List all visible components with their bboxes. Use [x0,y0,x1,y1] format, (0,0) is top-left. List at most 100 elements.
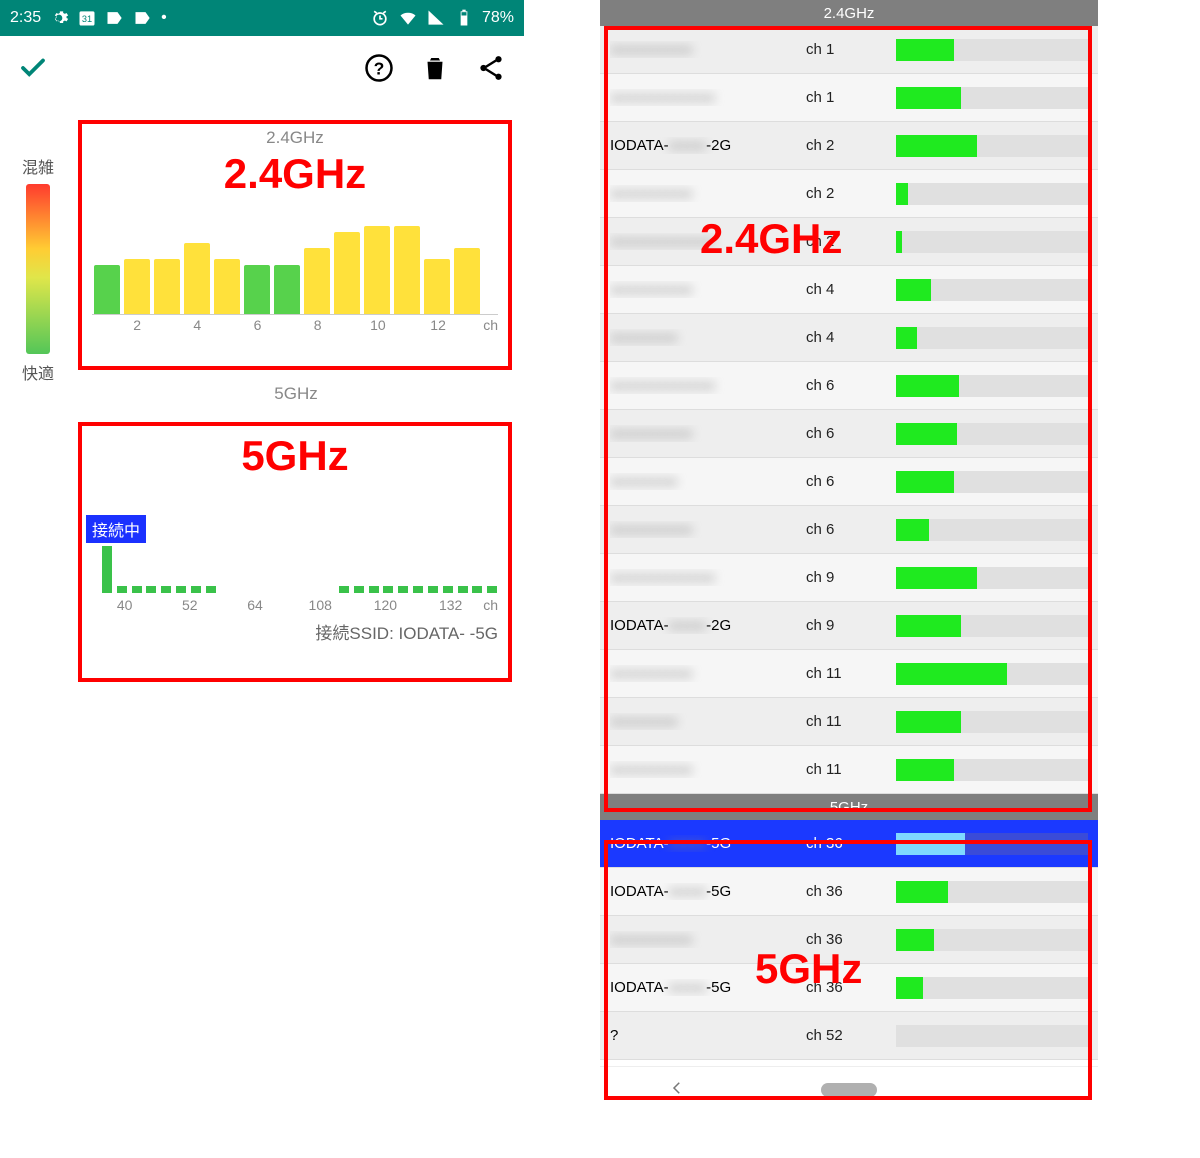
wifi-ssid: xxxxxxxxxxxxxx [610,233,796,250]
wifi-ssid: xxxxxxxxxxx [610,931,796,948]
app-toolbar: ? [0,36,524,100]
wifi-row[interactable]: IODATA-xxxxx-5Gch 36 [600,820,1098,868]
alarm-icon [370,8,390,28]
bar-ch1 [94,265,120,315]
signal-bar [896,135,1088,157]
wifi-channel: ch 2 [806,233,886,250]
signal-bar [896,519,1088,541]
signal-bar [896,375,1088,397]
bar5-ch112 [383,586,393,593]
status-dot: • [161,9,167,27]
bar-ch9 [334,232,360,315]
bar5-ch104 [354,586,364,593]
signal-bar [896,759,1088,781]
delete-button[interactable] [420,53,450,83]
wifi-row[interactable]: xxxxxxxxxxx ch 36 [600,916,1098,964]
tag-icon [105,8,125,28]
wifi-ssid: xxxxxxxxxxx [610,761,796,778]
annotation-5ghz: 5GHz [92,432,498,480]
wifi-row[interactable]: xxxxxxxxxxxxxxch 6 [600,362,1098,410]
bar-ch2 [124,259,150,314]
wifi-ssid: xxxxxxxxxxxxxx [610,569,796,586]
bar5-ch100 [339,586,349,593]
nav-home-button[interactable] [821,1083,877,1097]
nav-back-button[interactable] [668,1079,686,1100]
wifi-row[interactable]: xxxxxxxxxxxch 11 [600,746,1098,794]
wifi-ssid: xxxxxxxxxxxxxx [610,89,796,106]
wifi-row[interactable]: xxxxxxxxxxxxxx ch 2 [600,218,1098,266]
wifi-ssid: xxxxxxxxxxx [610,521,796,538]
bar5-ch60 [191,586,201,593]
wifi-row[interactable]: IODATA-xxxxx-5G ch 36 [600,964,1098,1012]
bar-ch10 [364,226,390,314]
signal-bar [896,471,1088,493]
wifi-channel: ch 36 [806,931,886,948]
chart-24ghz-xaxis: 24681012ch [92,314,498,334]
wifi-channel: ch 11 [806,665,886,682]
wifi-row[interactable]: xxxxxxxxxch 6 [600,458,1098,506]
bar5-ch44 [132,586,142,593]
wifi-row[interactable]: xxxxxxxxxxx ch 4 [600,266,1098,314]
chart-5ghz-bars: 接続中 [92,488,498,593]
share-button[interactable] [476,53,506,83]
wifi-channel: ch 4 [806,281,886,298]
signal-bar [896,977,1088,999]
wifi-row[interactable]: IODATA-xxxxx-5Gch 36 [600,868,1098,916]
bar-ch6 [244,265,270,315]
status-battery-pct: 78% [482,9,514,27]
svg-text:?: ? [374,58,385,78]
wifi-row[interactable]: xxxxxxxxxxxch 2 [600,170,1098,218]
bar-ch5 [214,259,240,314]
signal-bar [896,327,1088,349]
legend-top-label: 混雑 [22,154,54,178]
signal-bar [896,423,1088,445]
chart-24ghz-box: 2.4GHz 2.4GHz 24681012ch [78,120,512,370]
wifi-icon [398,8,418,28]
help-button[interactable]: ? [364,53,394,83]
status-time: 2:35 [10,9,41,27]
connected-badge: 接続中 [86,515,146,543]
annotation-24ghz: 2.4GHz [92,150,498,198]
wifi-ssid: IODATA-xxxxx-5G [610,835,796,852]
wifi-channel: ch 6 [806,425,886,442]
signal-bar [896,279,1088,301]
wifi-channel: ch 1 [806,89,886,106]
wifi-row[interactable]: IODATA-xxxxx-2Gch 9 [600,602,1098,650]
confirm-button[interactable] [18,53,48,83]
svg-text:31: 31 [82,14,92,24]
wifi-list-24ghz[interactable]: xxxxxxxxxxxch 1 xxxxxxxxxxxxxx ch 1 IODATA-… [600,26,1098,794]
wifi-row[interactable]: xxxxxxxxxxxch 1 [600,26,1098,74]
wifi-ssid: xxxxxxxxxxx [610,665,796,682]
wifi-ssid: xxxxxxxxx [610,713,796,730]
bar5-ch48 [146,586,156,593]
wifi-row[interactable]: IODATA-xxxxx-2Gch 2 [600,122,1098,170]
wifi-ssid: IODATA-xxxxx-2G [610,137,796,154]
wifi-channel: ch 6 [806,521,886,538]
chart-5ghz-xaxis: 405264108120132ch [92,593,498,613]
wifi-ssid: xxxxxxxxx [610,473,796,490]
wifi-row[interactable]: ?ch 52 [600,1012,1098,1060]
calendar-icon: 31 [77,8,97,28]
wifi-row[interactable]: xxxxxxxxxxxxxxch 9 [600,554,1098,602]
wifi-row[interactable]: xxxxxxxxxch 11 [600,698,1098,746]
bar-ch13 [454,248,480,314]
legend-gradient [26,184,50,354]
wifi-channel: ch 9 [806,617,886,634]
wifi-row[interactable]: xxxxxxxxx ch 4 [600,314,1098,362]
wifi-channel: ch 4 [806,329,886,346]
signal-bar [896,1025,1088,1047]
android-navbar [600,1066,1098,1112]
bar5-ch40 [117,586,127,593]
wifi-row[interactable]: xxxxxxxxxxx ch 6 [600,506,1098,554]
wifi-row[interactable]: xxxxxxxxxxx ch 11 [600,650,1098,698]
wifi-row[interactable]: xxxxxxxxxxxxxx ch 1 [600,74,1098,122]
wifi-ssid: IODATA-xxxxx-5G [610,979,796,996]
bar5-ch64 [206,586,216,593]
bar5-ch116 [398,586,408,593]
wifi-channel: ch 36 [806,979,886,996]
wifi-ssid: xxxxxxxxxxx [610,281,796,298]
wifi-ssid: xxxxxxxxx [610,329,796,346]
wifi-list-5ghz[interactable]: IODATA-xxxxx-5G ch 36 IODATA-xxxxx-5G ch 36… [600,820,1098,1060]
wifi-row[interactable]: xxxxxxxxxxxch 6 [600,410,1098,458]
wifi-channel: ch 2 [806,185,886,202]
